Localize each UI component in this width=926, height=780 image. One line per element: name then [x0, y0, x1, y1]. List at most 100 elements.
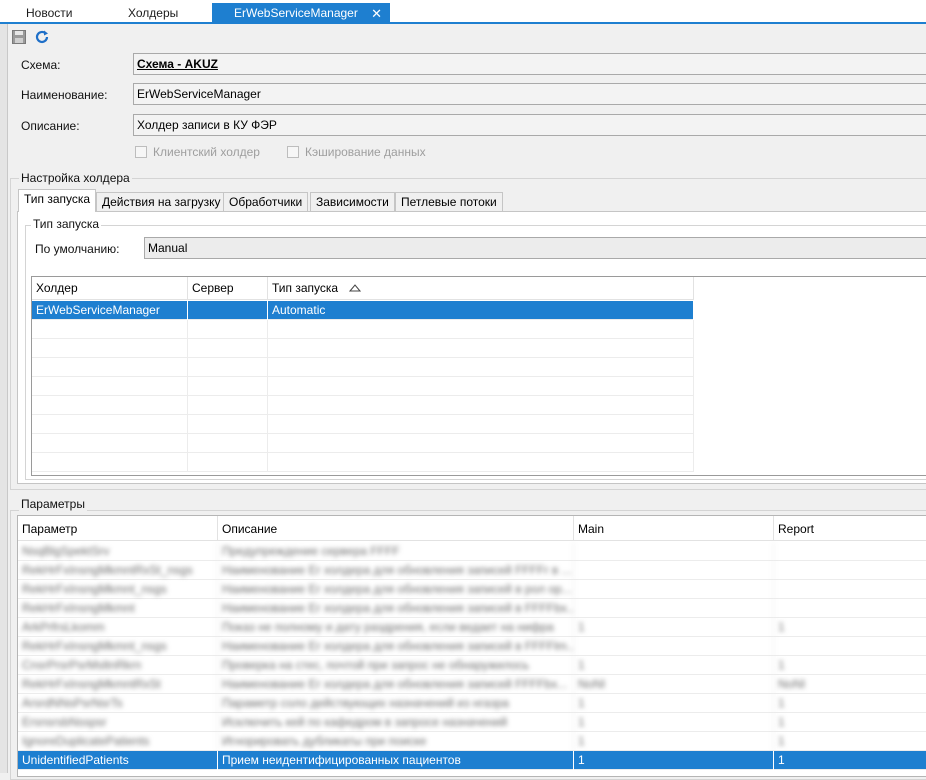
tab-launch-type[interactable]: Тип запуска — [18, 189, 97, 212]
parameter-description-cell: Прием неидентифицированных пациентов — [218, 751, 574, 770]
schema-link[interactable]: Схема - AKUZ — [133, 53, 926, 75]
tab-label: Обработчики — [229, 195, 303, 209]
parameter-description-cell: Наименование Er холдера для обновления з… — [218, 580, 574, 599]
column-header-server[interactable]: Сервер — [188, 277, 268, 300]
description-label: Описание: — [21, 119, 80, 133]
column-header-label: Параметр — [22, 522, 78, 536]
launch-type-group-title: Тип запуска — [31, 217, 102, 231]
launch-type-cell: Automatic — [268, 301, 694, 320]
parameter-report-cell: 1 — [774, 751, 926, 770]
parameter-name-cell: ArkPrfrsLkomm — [18, 618, 218, 637]
table-row[interactable]: IgnoreDuplicatePatients Игнорировать дубл… — [18, 732, 926, 751]
checkbox-box[interactable] — [135, 146, 147, 158]
column-header-label: Тип запуска — [272, 281, 339, 295]
holder-cell: ErWebServiceManager — [32, 301, 188, 320]
parameter-report-cell: 1 — [774, 656, 926, 675]
refresh-icon[interactable] — [34, 29, 50, 45]
tab-label: Тип запуска — [24, 192, 91, 206]
empty-row — [32, 415, 694, 434]
parameter-name-cell: IgnoreDuplicatePatients — [18, 732, 218, 751]
parameter-name-cell: RekHrFxInsngMkmnt_nsgs — [18, 580, 218, 599]
parameter-name-cell: RekHrFxInsngMkmnt_nsgs — [18, 637, 218, 656]
parameter-report-cell — [774, 561, 926, 580]
column-header-launch-type[interactable]: Тип запуска — [268, 277, 694, 300]
table-row[interactable]: ErsnsrsbNsspsr Исключить кей по кафедром … — [18, 713, 926, 732]
parameter-main-cell: 1 — [574, 656, 774, 675]
parameter-main-cell: 1 — [574, 618, 774, 637]
parameter-main-cell — [574, 561, 774, 580]
client-holder-checkbox[interactable]: Клиентский холдер — [135, 145, 260, 159]
left-strip — [0, 0, 8, 773]
empty-row — [32, 453, 694, 472]
empty-row — [32, 396, 694, 415]
tab-load-actions[interactable]: Действия на загрузку — [96, 192, 227, 212]
parameter-description-cell: Наименование Er холдера для обновления з… — [218, 599, 574, 618]
parameter-name-cell: ErsnsrsbNsspsr — [18, 713, 218, 732]
tab-label: Зависимости — [316, 195, 389, 209]
toolbar — [8, 26, 926, 48]
parameter-main-cell: 1 — [574, 732, 774, 751]
table-row[interactable]: ArkPrfrsLkomm Показ не полному и дату раз… — [18, 618, 926, 637]
parameter-main-cell — [574, 637, 774, 656]
holder-grid: Холдер Сервер Тип запуска ErWebServiceMa… — [31, 276, 926, 476]
description-field[interactable]: Холдер записи в КУ ФЭР — [133, 114, 926, 136]
parameter-report-cell: 1 — [774, 713, 926, 732]
column-header-label: Сервер — [192, 281, 234, 295]
empty-row — [32, 377, 694, 396]
parameter-report-cell — [774, 637, 926, 656]
save-icon[interactable] — [11, 29, 27, 45]
column-header-main[interactable]: Main — [574, 516, 774, 541]
parameter-description-cell: Наименование Er холдера для обновления з… — [218, 561, 574, 580]
doc-tab-label: Холдеры — [128, 6, 179, 20]
parameter-main-cell: NoNI — [574, 675, 774, 694]
tab-handlers[interactable]: Обработчики — [223, 192, 309, 212]
cache-label: Кэширование данных — [305, 145, 426, 159]
tab-label: Петлевые потоки — [401, 195, 497, 209]
column-header-label: Холдер — [36, 281, 78, 295]
checkbox-box[interactable] — [287, 146, 299, 158]
parameter-report-cell — [774, 580, 926, 599]
empty-row — [32, 358, 694, 377]
parameter-report-cell: 1 — [774, 618, 926, 637]
parameter-description-cell: Наименование Er холдера для обновления з… — [218, 637, 574, 656]
column-header-parameter[interactable]: Параметр — [18, 516, 218, 541]
table-row[interactable]: ErWebServiceManager Automatic — [32, 301, 694, 320]
doc-tab-erwebservicemanager[interactable]: ErWebServiceManager ✕ — [212, 3, 390, 24]
table-row[interactable]: RekHrFxInsngMkmnt_nsgs Наименование Er хо… — [18, 580, 926, 599]
table-row[interactable]: RekHrFxInsngMkmntRxSt_nsgs Наименование E… — [18, 561, 926, 580]
parameter-report-cell: 1 — [774, 694, 926, 713]
table-row[interactable]: RekHrFxInsngMkmnt Наименование Er холдера… — [18, 599, 926, 618]
table-row[interactable]: NsqBlgSpektSrv Предупреждение сервера FFF… — [18, 542, 926, 561]
sort-ascending-icon — [349, 284, 362, 292]
parameter-main-cell: 1 — [574, 713, 774, 732]
default-launch-select[interactable]: Manual — [144, 237, 926, 259]
table-row[interactable]: CnsrPrsrPsrMsltnRkrn Проверка на стес, по… — [18, 656, 926, 675]
parameter-description-cell: Показ не полному и дату раздрения, если … — [218, 618, 574, 637]
doc-tab-label: Новости — [26, 6, 73, 20]
tab-label: Действия на загрузку — [102, 195, 221, 209]
table-row[interactable]: ArsrdNNsPsrNsrTs Параметр соло действующи… — [18, 694, 926, 713]
parameter-description-cell: Наименование Er холдера для обновления з… — [218, 675, 574, 694]
name-label: Наименование: — [21, 88, 108, 102]
parameter-name-cell: CnsrPrsrPsrMsltnRkrn — [18, 656, 218, 675]
doc-tab-holders[interactable]: Холдеры — [128, 3, 208, 24]
close-icon[interactable]: ✕ — [371, 3, 382, 24]
column-header-holder[interactable]: Холдер — [32, 277, 188, 300]
cache-checkbox[interactable]: Кэширование данных — [287, 145, 426, 159]
table-row[interactable]: RekHrFxInsngMkmnt_nsgs Наименование Er хо… — [18, 637, 926, 656]
tab-dependencies[interactable]: Зависимости — [310, 192, 395, 212]
tab-loop-threads[interactable]: Петлевые потоки — [395, 192, 503, 212]
name-field[interactable]: ErWebServiceManager — [133, 83, 926, 105]
parameter-main-cell — [574, 542, 774, 561]
table-row[interactable]: UnidentifiedPatients Прием неидентифициро… — [18, 751, 926, 770]
holder-settings-title: Настройка холдера — [19, 171, 132, 185]
parameter-main-cell — [574, 599, 774, 618]
server-cell — [188, 301, 268, 320]
parameter-description-cell: Исключить кей по кафедром в запросе назн… — [218, 713, 574, 732]
column-header-description[interactable]: Описание — [218, 516, 574, 541]
parameter-name-cell: UnidentifiedPatients — [18, 751, 218, 770]
doc-tab-news[interactable]: Новости — [26, 3, 116, 24]
table-row[interactable]: RekHrFxInsngMkmntRxSt Наименование Er хол… — [18, 675, 926, 694]
column-header-report[interactable]: Report — [774, 516, 926, 541]
parameter-report-cell — [774, 599, 926, 618]
